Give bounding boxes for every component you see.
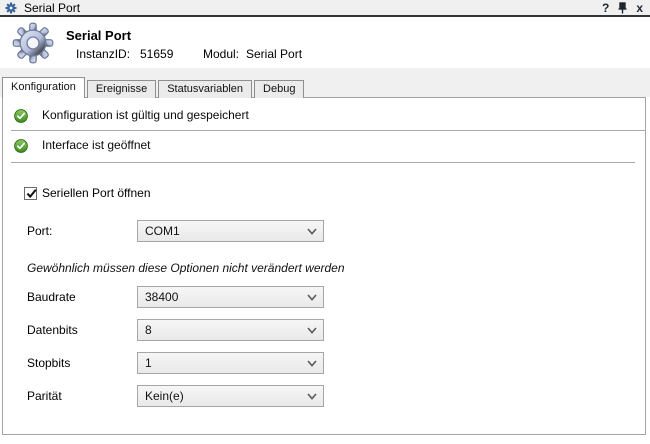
status-message: Konfiguration ist gültig und gespeichert	[42, 107, 249, 123]
tab-konfiguration[interactable]: Konfiguration	[2, 77, 85, 98]
chevron-down-icon	[307, 327, 317, 334]
chevron-down-icon	[307, 360, 317, 367]
konfiguration-panel: Konfiguration ist gültig und gespeichert…	[2, 97, 646, 435]
baudrate-select[interactable]: 38400	[137, 286, 324, 308]
paritaet-select[interactable]: Kein(e)	[137, 385, 324, 407]
module-header: Serial Port InstanzID: 51659 Modul: Seri…	[0, 17, 650, 69]
baudrate-label: Baudrate	[27, 286, 132, 308]
open-port-checkbox-label[interactable]: Seriellen Port öffnen	[42, 186, 151, 201]
paritaet-select-value: Kein(e)	[145, 386, 184, 406]
port-label: Port:	[27, 220, 132, 242]
help-button[interactable]: ?	[602, 0, 609, 15]
port-select-value: COM1	[145, 221, 180, 241]
gear-icon	[5, 2, 17, 14]
module-value: Serial Port	[246, 47, 302, 61]
pin-button[interactable]	[618, 0, 627, 15]
tab-ereignisse[interactable]: Ereignisse	[87, 80, 156, 98]
module-meta: InstanzID: 51659 Modul: Serial Port	[0, 47, 650, 63]
close-button[interactable]: x	[636, 0, 643, 15]
separator	[11, 130, 645, 131]
datenbits-select-value: 8	[145, 320, 152, 340]
module-title: Serial Port	[66, 28, 131, 43]
tab-statusvariablen[interactable]: Statusvariablen	[158, 80, 252, 98]
stopbits-select[interactable]: 1	[137, 352, 324, 374]
stopbits-select-value: 1	[145, 353, 152, 373]
port-select[interactable]: COM1	[137, 220, 324, 242]
titlebar-controls: ? x	[602, 0, 643, 15]
datenbits-label: Datenbits	[27, 319, 132, 341]
checkmark-icon	[25, 187, 38, 200]
pin-icon	[618, 2, 627, 14]
titlebar: Serial Port ? x	[0, 0, 650, 17]
open-port-checkbox[interactable]	[24, 187, 37, 200]
datenbits-select[interactable]: 8	[137, 319, 324, 341]
stopbits-label: Stopbits	[27, 352, 132, 374]
paritaet-label: Parität	[27, 385, 132, 407]
tab-strip: Konfiguration Ereignisse Statusvariablen…	[2, 77, 306, 98]
baudrate-select-value: 38400	[145, 287, 178, 307]
tab-debug[interactable]: Debug	[254, 80, 304, 98]
module-label: Modul:	[203, 47, 239, 61]
instance-id-label: InstanzID:	[76, 47, 130, 61]
chevron-down-icon	[307, 294, 317, 301]
status-message: Interface ist geöffnet	[42, 137, 151, 153]
chevron-down-icon	[307, 393, 317, 400]
check-circle-icon	[14, 139, 28, 153]
close-icon: x	[636, 1, 643, 15]
separator	[11, 162, 635, 163]
options-note: Gewöhnlich müssen diese Optionen nicht v…	[27, 260, 345, 276]
help-icon: ?	[602, 1, 609, 15]
instance-id-value: 51659	[140, 47, 173, 61]
window-title: Serial Port	[24, 1, 80, 15]
check-circle-icon	[14, 109, 28, 123]
chevron-down-icon	[307, 228, 317, 235]
serial-port-panel: Serial Port ? x	[0, 0, 650, 444]
